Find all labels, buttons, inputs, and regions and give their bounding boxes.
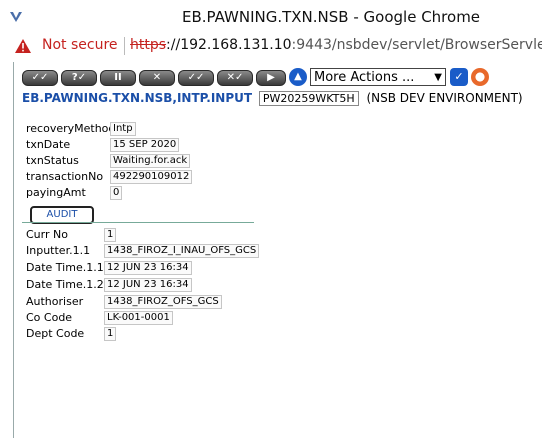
audit-field-label: Authoriser [26, 295, 84, 308]
validate-button[interactable]: ✓✓ [22, 70, 58, 86]
application-name: EB.PAWNING.TXN.NSB,INTP.INPUT [22, 91, 253, 105]
audit-field-label: Dept Code [26, 327, 85, 340]
url-host: ://192.168.131.10 [166, 37, 292, 53]
field-value: Waiting.for.ack [110, 154, 191, 168]
url-text[interactable]: https://192.168.131.10:9443/nsbdev/servl… [130, 37, 542, 53]
audit-field-value: 1 [104, 327, 117, 341]
field-value: 0 [110, 186, 123, 200]
field-label: transactionNo [26, 170, 104, 183]
delete-button[interactable]: ✕ [139, 70, 175, 86]
application-header: EB.PAWNING.TXN.NSB,INTP.INPUT PW20259WKT… [22, 91, 523, 106]
window-title: EB.PAWNING.TXN.NSB - Google Chrome [181, 8, 481, 26]
hold-button[interactable]: II [100, 70, 136, 86]
field-value: 492290109012 [110, 170, 193, 184]
more-actions-select[interactable]: More Actions ... ▼ [310, 68, 446, 86]
page-content: ✓✓ ?✓ II ✕ ✓✓ ✕✓ ▶ ▲ More Actions ... ▼ … [13, 62, 542, 438]
address-separator [124, 37, 125, 55]
audit-divider [22, 222, 254, 223]
commit-button[interactable]: ✓✓ [178, 70, 214, 86]
audit-field-label: Inputter.1.1 [26, 244, 91, 257]
lifebuoy-help-icon[interactable] [471, 68, 489, 86]
more-actions-label: More Actions ... [314, 70, 415, 85]
audit-field-value: 1438_FIROZ_I_INAU_OFS_GCS [104, 244, 260, 258]
audit-field-value: 1 [104, 228, 117, 242]
audit-field-value: 12 JUN 23 16:34 [104, 278, 192, 292]
audit-field-label: Date Time.1.1 [26, 261, 104, 274]
nav-up-icon[interactable]: ▲ [289, 68, 307, 86]
record-id[interactable]: PW20259WKT5H [258, 91, 359, 106]
url-scheme: https [130, 37, 167, 53]
not-secure-label[interactable]: Not secure [42, 37, 118, 53]
audit-field-value: LK-001-0001 [104, 311, 173, 325]
audit-field-value: 12 JUN 23 16:34 [104, 261, 192, 275]
audit-field-label: Co Code [26, 311, 73, 324]
warning-icon[interactable] [14, 38, 32, 54]
audit-field-label: Curr No [26, 228, 68, 241]
chevron-down-icon: ▼ [434, 72, 442, 83]
field-value: Intp [110, 122, 136, 136]
window-title-bar: EB.PAWNING.TXN.NSB - Google Chrome [0, 0, 542, 34]
help-validate-button[interactable]: ?✓ [61, 70, 97, 86]
reverse-button[interactable]: ✕✓ [217, 70, 253, 86]
audit-field-value: 1438_FIROZ_OFS_GCS [104, 295, 222, 309]
field-label: recoveryMethod [26, 122, 116, 135]
field-label: txnDate [26, 138, 71, 151]
audit-field-label: Date Time.1.2 [26, 278, 104, 291]
go-check-icon[interactable]: ✓ [450, 68, 468, 86]
field-value: 15 SEP 2020 [110, 138, 180, 152]
address-bar[interactable]: Not secure https://192.168.131.10:9443/n… [0, 34, 542, 60]
field-label: txnStatus [26, 154, 79, 167]
next-button[interactable]: ▶ [256, 70, 286, 86]
field-label: payingAmt [26, 186, 86, 199]
environment-label: (NSB DEV ENVIRONMENT) [366, 91, 523, 105]
url-path: :9443/nsbdev/servlet/BrowserServlet [291, 37, 542, 53]
